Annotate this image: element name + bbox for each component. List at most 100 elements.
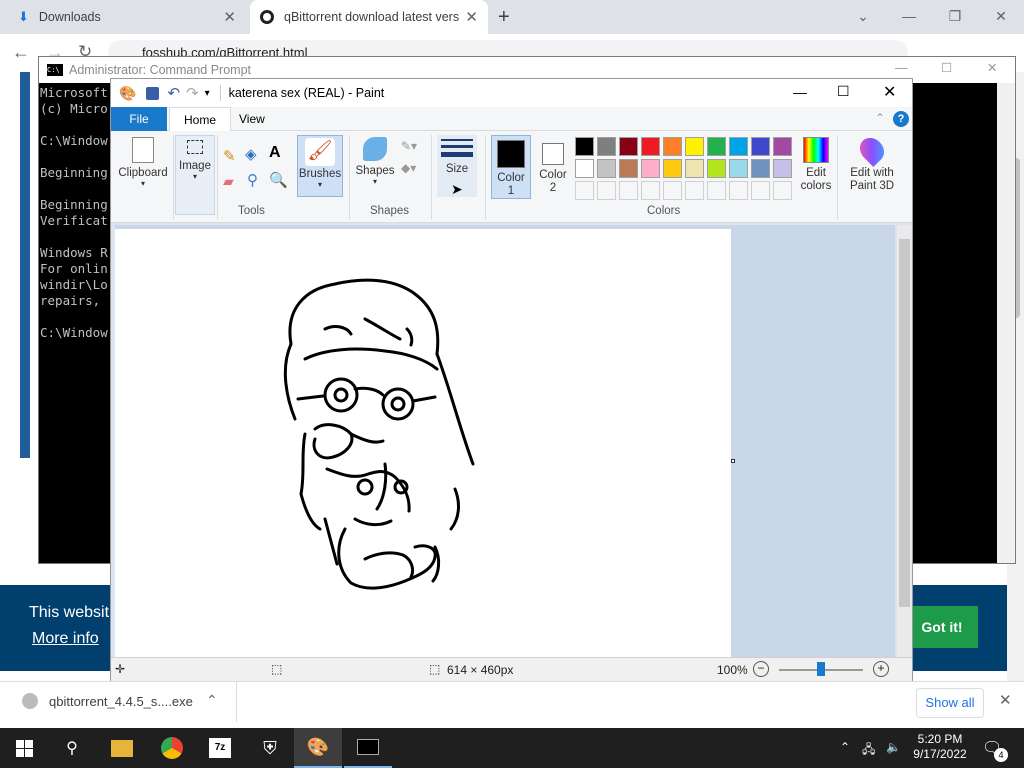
custom-color-slot[interactable] [597,181,616,200]
network-icon[interactable]: 🖧 [862,740,875,761]
chrome-icon[interactable] [148,728,196,768]
minimize-icon[interactable]: — [895,61,908,75]
magnifier-icon[interactable]: 🔍 [269,171,288,189]
color-swatch[interactable] [575,137,594,156]
text-icon[interactable]: A [269,144,281,162]
image-button[interactable]: Image ▾ [175,135,215,215]
close-icon[interactable]: ✕ [978,0,1024,32]
zoom-slider-thumb[interactable] [817,662,825,676]
custom-color-slot[interactable] [773,181,792,200]
show-all-button[interactable]: Show all [916,688,984,718]
tab-view[interactable]: View [225,107,279,131]
undo-icon[interactable]: ↶ [167,84,180,102]
color-swatch[interactable] [773,159,792,178]
fill-icon[interactable]: ◈ [245,145,257,163]
collapse-ribbon-icon[interactable]: ⌃ [875,111,885,125]
tab-qbittorrent[interactable]: qBittorrent download latest versi ✕ [250,0,488,34]
close-icon[interactable]: ✕ [999,691,1012,709]
shapes-button[interactable]: Shapes ▾ [351,135,399,186]
cmd-title: Administrator: Command Prompt [69,63,252,77]
color-swatch[interactable] [729,137,748,156]
zoom-out-icon[interactable]: − [753,661,769,677]
download-filename[interactable]: qbittorrent_4.4.5_s....exe [49,694,193,709]
color-swatch[interactable] [619,159,638,178]
chevron-up-icon[interactable]: ⌃ [206,692,218,709]
cmd-taskbar-icon[interactable] [344,728,392,768]
customize-quick-access-icon[interactable]: ▾ [205,88,210,99]
pencil-icon[interactable]: ✎ [223,147,236,165]
custom-color-slot[interactable] [707,181,726,200]
color-swatch[interactable] [707,137,726,156]
drawing-canvas[interactable] [115,229,731,659]
custom-color-slot[interactable] [685,181,704,200]
color-swatch[interactable] [707,159,726,178]
custom-color-slot[interactable] [751,181,770,200]
file-explorer-icon[interactable] [98,728,146,768]
color2-button[interactable]: Color 2 [535,135,571,195]
minimize-icon[interactable]: — [886,0,932,32]
custom-color-slot[interactable] [729,181,748,200]
color-swatch[interactable] [751,159,770,178]
brushes-button[interactable]: 🖌 Brushes ▾ [297,135,343,197]
windows-start-icon[interactable] [0,728,48,768]
edit-colors-button[interactable]: Edit colors [799,135,833,193]
color-swatch[interactable] [663,159,682,178]
restore-icon[interactable]: ❐ [932,0,978,32]
save-icon[interactable] [146,86,160,100]
close-icon[interactable]: ✕ [883,82,896,102]
clipboard-button[interactable]: Clipboard ▾ [115,135,171,188]
canvas-resize-handle[interactable] [731,459,735,463]
color-swatch[interactable] [575,159,594,178]
got-it-button[interactable]: Got it! [906,606,978,648]
back-icon[interactable]: ← [12,42,30,63]
color-swatch[interactable] [597,159,616,178]
maximize-icon[interactable]: ☐ [941,60,952,75]
paint-taskbar-icon[interactable]: 🎨 [294,728,342,768]
color-swatch[interactable] [619,137,638,156]
more-info-link[interactable]: More info [32,630,99,648]
paint-vertical-scrollbar[interactable] [897,225,912,657]
outline-icon[interactable]: ✎▾ [401,139,417,153]
color-picker-icon[interactable]: ⚲ [247,171,258,189]
color-swatch[interactable] [751,137,770,156]
search-icon[interactable]: ⚲ [48,728,96,768]
volume-icon[interactable]: 🔈 [886,740,901,754]
custom-color-slot[interactable] [641,181,660,200]
color-swatch[interactable] [729,159,748,178]
paint-window[interactable]: 🎨 ↶ ↷ ▾ katerena sex (REAL) - Paint — ☐ … [110,78,913,682]
color-swatch[interactable] [773,137,792,156]
color-swatch[interactable] [685,159,704,178]
zoom-in-icon[interactable]: + [873,661,889,677]
color-swatch[interactable] [597,137,616,156]
custom-color-slot[interactable] [575,181,594,200]
custom-color-slot[interactable] [663,181,682,200]
redo-icon[interactable]: ↷ [186,84,199,102]
paint-title-bar[interactable]: 🎨 ↶ ↷ ▾ katerena sex (REAL) - Paint — ☐ … [111,79,912,107]
chevron-down-icon[interactable]: ⌄ [840,0,886,32]
close-tab-icon[interactable]: ✕ [465,8,478,26]
plus-icon[interactable]: + [498,6,510,29]
chevron-up-icon[interactable]: ⌃ [840,740,850,754]
color1-button[interactable]: Color 1 [491,135,531,199]
windows-security-icon[interactable]: ⛨ [246,728,294,768]
color-swatch[interactable] [641,137,660,156]
tab-file[interactable]: File [111,107,167,131]
eraser-icon[interactable]: ▰ [223,173,234,190]
fill-shape-icon[interactable]: ◆▾ [401,161,416,175]
brush-icon: 🖌 [305,138,335,166]
color-swatch[interactable] [663,137,682,156]
close-tab-icon[interactable]: ✕ [223,8,236,26]
custom-color-slot[interactable] [619,181,638,200]
clock[interactable]: 5:20 PM 9/17/2022 [912,732,968,762]
7zip-icon[interactable]: 7z [196,728,244,768]
minimize-icon[interactable]: — [793,84,807,100]
tab-home[interactable]: Home [169,107,232,131]
cmd-scrollbar[interactable] [997,83,1015,563]
help-icon[interactable]: ? [893,111,909,127]
maximize-icon[interactable]: ☐ [837,83,850,100]
color-swatch[interactable] [685,137,704,156]
color-swatch[interactable] [641,159,660,178]
tab-downloads[interactable]: ⬇ Downloads ✕ [8,0,246,34]
close-icon[interactable]: ✕ [987,60,997,75]
edit-with-paint3d-button[interactable]: Edit with Paint 3D [839,133,905,193]
